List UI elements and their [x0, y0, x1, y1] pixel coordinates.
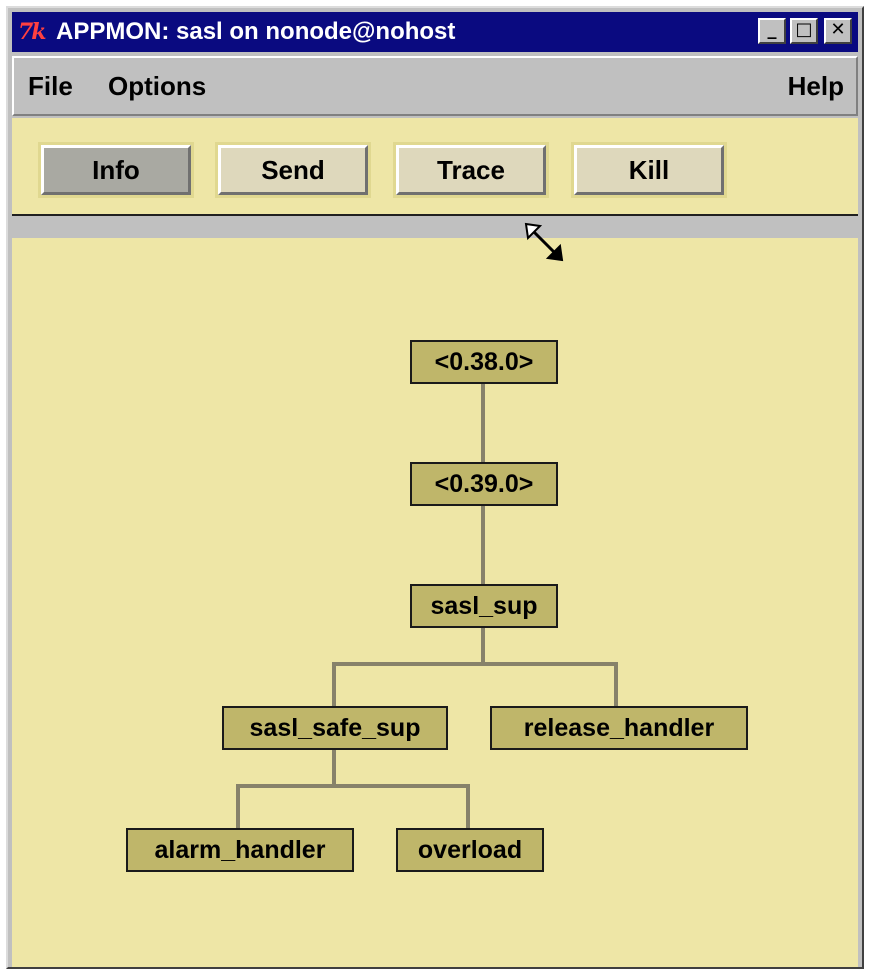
minimize-button[interactable]: _ — [758, 18, 786, 44]
node-overload[interactable]: overload — [396, 828, 544, 872]
menu-options[interactable]: Options — [108, 58, 206, 114]
close-button[interactable]: ✕ — [824, 18, 852, 44]
node-pid-0-39-0[interactable]: <0.39.0> — [410, 462, 558, 506]
connector-line — [236, 784, 470, 788]
menu-file[interactable]: File — [28, 58, 73, 114]
menu-help[interactable]: Help — [788, 58, 844, 114]
maximize-icon: □ — [795, 19, 813, 40]
title-bar[interactable]: 7k APPMON: sasl on nonode@nohost _ □ ✕ — [12, 12, 858, 52]
tk-logo-icon: 7k — [18, 19, 47, 45]
connector-line — [481, 626, 485, 664]
connector-line — [332, 662, 336, 706]
menu-bar: File Options Help — [12, 56, 858, 116]
connector-line — [481, 504, 485, 584]
node-alarm-handler[interactable]: alarm_handler — [126, 828, 354, 872]
process-tree: <0.38.0> <0.39.0> sasl_sup sasl_safe_sup… — [12, 118, 858, 967]
node-pid-0-38-0[interactable]: <0.38.0> — [410, 340, 558, 384]
connector-line — [466, 784, 470, 828]
connector-line — [332, 662, 618, 666]
minimize-icon: _ — [767, 19, 777, 40]
maximize-button[interactable]: □ — [790, 18, 818, 44]
node-sasl-sup[interactable]: sasl_sup — [410, 584, 558, 628]
connector-line — [236, 784, 240, 828]
window-title: APPMON: sasl on nonode@nohost — [56, 18, 456, 45]
connector-line — [614, 662, 618, 706]
appmon-window: 7k APPMON: sasl on nonode@nohost _ □ ✕ F… — [6, 6, 864, 969]
connector-line — [332, 748, 336, 786]
node-release-handler[interactable]: release_handler — [490, 706, 748, 750]
connector-line — [481, 382, 485, 462]
main-content: Info Send Trace Kill <0.38.0> <0.39.0> s… — [12, 118, 858, 967]
resize-diagonal-icon — [524, 222, 564, 262]
close-icon: ✕ — [830, 19, 846, 40]
node-sasl-safe-sup[interactable]: sasl_safe_sup — [222, 706, 448, 750]
